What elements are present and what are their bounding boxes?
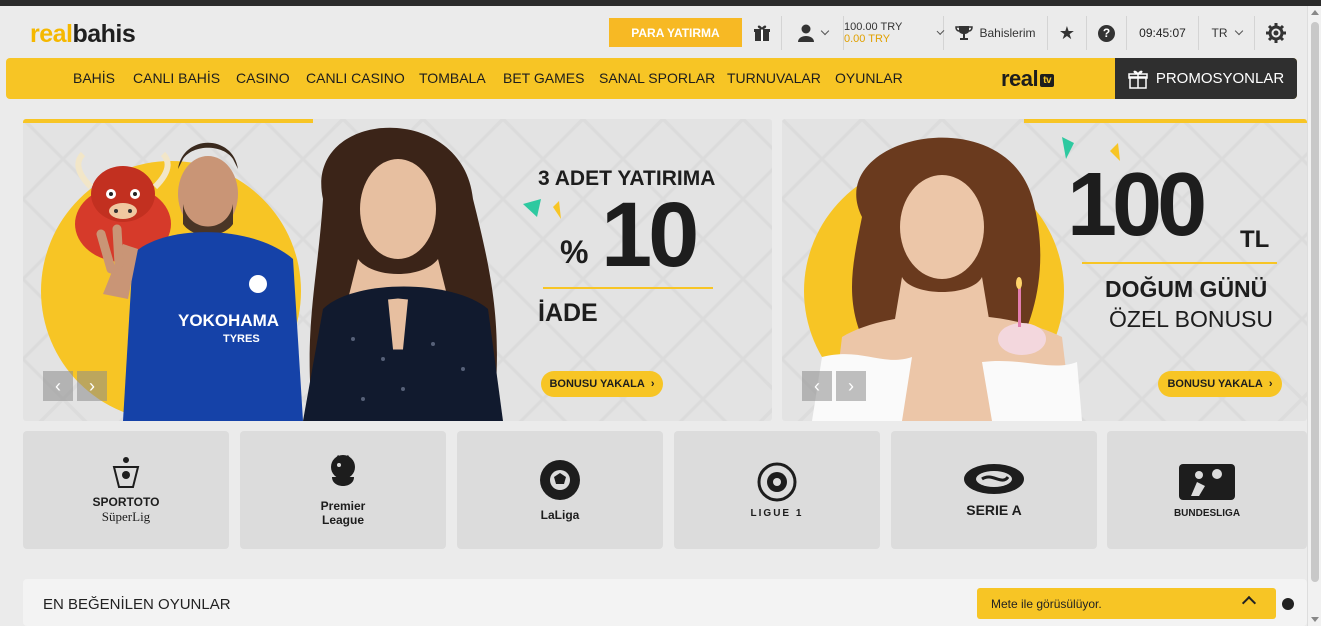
league-tile-superlig[interactable]: SPORTOTO SüperLig (23, 431, 229, 549)
chevron-right-icon: › (1268, 378, 1273, 390)
nav-item-sanal-sporlar[interactable]: SANAL SPORLAR (599, 70, 715, 86)
shirt-text-2: TYRES (223, 333, 260, 345)
site-logo[interactable]: realbahis (30, 20, 136, 49)
chevron-right-icon: › (89, 375, 95, 396)
banner-line2: DOĞUM GÜNÜ (1105, 276, 1268, 302)
nav-item-canli-casino[interactable]: CANLI CASINO (306, 70, 405, 86)
language-label: TR (1211, 26, 1228, 40)
help-button[interactable]: ? (1087, 16, 1127, 50)
gift-button[interactable] (742, 16, 782, 50)
nav-item-casino[interactable]: CASINO (236, 70, 290, 86)
promotions-button[interactable]: PROMOSYONLAR (1115, 58, 1297, 99)
page-scrollbar[interactable] (1307, 6, 1321, 626)
real-tv-logo[interactable]: real tv (1001, 66, 1055, 92)
section-title: EN BEĞENİLEN OYUNLAR (43, 596, 231, 613)
clock-display: 09:45:07 (1127, 16, 1199, 50)
banner-line3: İADE (538, 299, 598, 327)
scroll-up-icon[interactable] (1311, 10, 1319, 15)
bonus-currency: TL (1240, 226, 1270, 253)
promo-banner-cashback[interactable]: YOKOHAMA TYRES 3 ADET YATIRIMA % 10 İADE… (23, 119, 772, 421)
league-tile-premier-league[interactable]: Premier League (240, 431, 446, 549)
chat-indicator-dot (1282, 598, 1294, 610)
scroll-down-icon[interactable] (1311, 617, 1319, 622)
bonus-amount: 100 (1067, 155, 1207, 255)
banner-next-button[interactable]: › (836, 371, 866, 401)
gift-icon (1128, 70, 1148, 89)
league-tile-bundesliga[interactable]: BUNDESLIGA (1107, 431, 1307, 549)
language-select[interactable]: TR (1199, 16, 1255, 50)
star-icon: ★ (1058, 22, 1076, 43)
balance-bonus: 0.00 TRY (844, 33, 891, 45)
bonus-cta-button[interactable]: BONUSU YAKALA › (1158, 371, 1282, 397)
promotions-label: PROMOSYONLAR (1155, 70, 1285, 87)
chevron-left-icon: ‹ (814, 375, 820, 396)
account-menu[interactable] (782, 16, 844, 50)
chevron-down-icon (1234, 26, 1243, 36)
chevron-up-icon[interactable] (1241, 595, 1257, 611)
nav-item-bahis[interactable]: BAHİS (73, 70, 115, 86)
superlig-logo-icon (112, 457, 140, 488)
chevron-right-icon: › (650, 378, 655, 390)
premier-league-logo-icon (331, 455, 355, 486)
favorites-button[interactable]: ★ (1048, 16, 1087, 50)
league-name: SERIE A (966, 502, 1022, 518)
my-bets-button[interactable]: Bahislerim (944, 16, 1048, 50)
laliga-logo-icon (540, 460, 580, 500)
nav-item-bet-games[interactable]: BET GAMES (503, 70, 584, 86)
banner-prev-button[interactable]: ‹ (43, 371, 73, 401)
balance-display: 100.00 TRY 0.00 TRY (844, 21, 930, 45)
bonus-cta-button[interactable]: BONUSU YAKALA › (541, 371, 663, 397)
settings-button[interactable] (1255, 16, 1297, 50)
site-header: realbahis PARA YATIRMA 100.00 TRY 0.00 T… (0, 6, 1307, 58)
percent-value: 10 (601, 184, 699, 286)
serie-a-logo-icon (964, 464, 1024, 494)
scroll-thumb[interactable] (1311, 22, 1319, 582)
bundesliga-logo-icon (1179, 463, 1235, 500)
chevron-right-icon: › (848, 375, 854, 396)
league-name: LIGUE 1 (750, 507, 804, 519)
nav-item-tombala[interactable]: TOMBALA (419, 70, 486, 86)
user-icon (797, 24, 814, 42)
chevron-left-icon: ‹ (55, 375, 61, 396)
league-tile-laliga[interactable]: LaLiga (457, 431, 663, 549)
percent-sign: % (560, 234, 589, 270)
question-icon: ? (1098, 24, 1115, 42)
banner-prev-button[interactable]: ‹ (802, 371, 832, 401)
promo-banner-birthday[interactable]: 100 TL DOĞUM GÜNÜ ÖZEL BONUSU BONUSU YAK… (782, 119, 1307, 421)
woman-image (303, 127, 503, 421)
nav-item-oyunlar[interactable]: OYUNLAR (835, 70, 903, 86)
nav-item-canli-bahis[interactable]: CANLI BAHİS (133, 70, 220, 86)
confetti-icon (523, 199, 561, 219)
chat-status: Mete ile görüsülüyor. (991, 596, 1102, 611)
league-name: SPORTOTO SüperLig (92, 495, 160, 524)
gift-icon (753, 25, 770, 41)
balance-dropdown[interactable]: 100.00 TRY 0.00 TRY (844, 16, 945, 50)
banner-next-button[interactable]: › (77, 371, 107, 401)
league-tile-ligue1[interactable]: LIGUE 1 (674, 431, 880, 549)
tv-icon: tv (1040, 73, 1055, 87)
league-name: BUNDESLIGA (1173, 507, 1241, 519)
main-nav: BAHİS CANLI BAHİS CASINO CANLI CASINO TO… (6, 58, 1297, 99)
league-name: Premier League (320, 499, 366, 527)
nav-item-turnuvalar[interactable]: TURNUVALAR (727, 70, 821, 86)
league-tile-serie-a[interactable]: SERIE A (891, 431, 1097, 549)
trophy-icon (955, 26, 974, 40)
live-chat-widget[interactable]: Mete ile görüsülüyor. (977, 588, 1276, 619)
bets-label: Bahislerim (979, 26, 1036, 40)
clock-text: 09:45:07 (1139, 26, 1186, 40)
chevron-down-icon (820, 26, 829, 36)
banner-line3: ÖZEL BONUSU (1109, 306, 1274, 332)
gear-icon (1266, 23, 1286, 43)
league-name: LaLiga (540, 508, 580, 522)
balance-main: 100.00 TRY (844, 21, 903, 33)
ligue1-logo-icon (757, 462, 797, 501)
deposit-button[interactable]: PARA YATIRMA (609, 18, 742, 47)
